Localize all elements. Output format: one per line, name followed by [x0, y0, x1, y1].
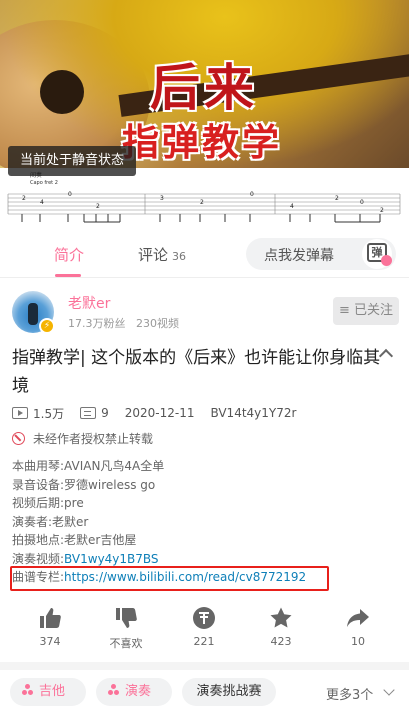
like-button[interactable]: 374 — [20, 606, 80, 648]
thumbs-up-icon — [40, 608, 61, 628]
action-bar: 374 不喜欢 221 423 10 — [0, 600, 409, 652]
svg-text:2: 2 — [335, 195, 339, 202]
danmaku-input[interactable]: 点我发弹幕 弹 — [246, 238, 396, 270]
guitar-soundhole — [40, 70, 84, 114]
coin-icon — [193, 607, 215, 629]
dislike-button[interactable]: 不喜欢 — [96, 606, 156, 651]
svg-text:0: 0 — [68, 191, 72, 198]
danmaku-count-icon — [80, 407, 97, 419]
star-icon — [270, 607, 292, 628]
video-stats: 1.5万 9 2020-12-11 BV14t4y1Y72r — [12, 404, 312, 422]
svg-text:4: 4 — [290, 203, 294, 210]
tab-intro[interactable]: 简介 — [54, 244, 84, 265]
bvid: BV14t4y1Y72r — [210, 406, 297, 420]
highlight-box — [10, 566, 329, 591]
channel-icon — [108, 684, 120, 696]
share-button[interactable]: 10 — [328, 606, 388, 648]
desc-guitar: 本曲用琴:AVIAN凡鸟4A全单 — [12, 457, 402, 476]
share-count: 10 — [351, 635, 365, 648]
tab-comments-label: 评论 — [138, 246, 169, 264]
desc-value: 罗德wireless go — [64, 477, 156, 492]
desc-label: 本曲用琴: — [12, 459, 65, 473]
desc-value: 老默er — [52, 514, 89, 529]
desc-value: AVIAN凡鸟4A全单 — [64, 459, 165, 473]
favorite-button[interactable]: 423 — [251, 606, 311, 648]
performance-video-link[interactable]: BV1wy4y1B7BS — [64, 552, 159, 566]
svg-text:4: 4 — [40, 199, 44, 206]
tag-label: 吉他 — [39, 684, 66, 699]
svg-text:0: 0 — [250, 191, 254, 198]
repost-warning: 未经作者授权禁止转载 — [12, 430, 153, 447]
svg-text:2: 2 — [380, 207, 384, 214]
follow-button[interactable]: ≡ 已关注 — [333, 297, 399, 325]
section-divider — [0, 662, 409, 670]
comment-count: 36 — [172, 250, 187, 263]
tag-bar: 吉他 演奏 演奏挑战赛 更多3个 — [0, 676, 409, 708]
video-player[interactable]: 后来 指弹教学 — [0, 0, 409, 168]
tab-capo-label: Capo fret 2 — [30, 180, 58, 186]
no-repost-icon — [12, 432, 25, 445]
desc-label: 视频后期: — [12, 496, 65, 510]
verified-badge-icon: ⚡ — [39, 318, 55, 334]
tag-performance[interactable]: 演奏 — [96, 678, 172, 706]
play-count-icon — [12, 407, 28, 419]
mute-toast: 当前处于静音状态 — [8, 146, 137, 176]
repost-warning-text: 未经作者授权禁止转载 — [33, 432, 154, 446]
svg-text:2: 2 — [200, 199, 204, 206]
view-count: 1.5万 — [33, 406, 65, 421]
dislike-label: 不喜欢 — [109, 637, 143, 650]
like-count: 374 — [39, 635, 61, 648]
danmaku-toggle-button[interactable]: 弹 — [362, 239, 392, 269]
avatar-person — [28, 303, 38, 325]
content-tabs: 简介 评论 36 点我发弹幕 弹 — [0, 232, 409, 278]
desc-label: 演奏者: — [12, 514, 53, 529]
tab-active-indicator — [55, 274, 81, 277]
svg-text:2: 2 — [22, 195, 26, 202]
thumbs-down-icon — [116, 608, 137, 628]
desc-recorder: 录音设备:罗德wireless go — [12, 476, 402, 495]
tag-label: 演奏 — [125, 684, 152, 699]
chevron-down-icon[interactable] — [383, 684, 395, 696]
publish-date: 2020-12-11 — [124, 406, 195, 420]
desc-value: 老默er吉他屋 — [64, 533, 137, 547]
tablature-strip: 240 232 042 02 Capo fret 2 间奏 — [0, 168, 409, 232]
desc-location: 拍摄地点:老默er吉他屋 — [12, 531, 402, 550]
uploader-name[interactable]: 老默er — [68, 293, 110, 313]
svg-text:0: 0 — [360, 199, 364, 206]
favorite-count: 423 — [270, 635, 292, 648]
video-title: 指弹教学| 这个版本的《后来》也许能让你身临其境 — [12, 348, 381, 396]
danmaku-on-indicator — [381, 255, 392, 266]
desc-label: 录音设备: — [12, 477, 65, 492]
danmaku-placeholder: 点我发弹幕 — [264, 248, 334, 264]
desc-performer: 演奏者:老默er — [12, 513, 402, 532]
desc-value: pre — [64, 496, 84, 510]
channel-icon — [22, 684, 34, 696]
uploader-info: ⚡ 老默er 17.3万粉丝 230视频 ≡ 已关注 — [0, 278, 409, 338]
danmaku-count: 9 — [101, 406, 109, 420]
uploader-videos: 230视频 — [136, 317, 179, 330]
more-tags-button[interactable]: 更多3个 — [326, 684, 373, 703]
tag-challenge[interactable]: 演奏挑战赛 — [182, 678, 276, 706]
share-icon — [347, 609, 369, 627]
video-overlay-subtitle: 指弹教学 — [122, 120, 282, 164]
coin-button[interactable]: 221 — [174, 606, 234, 648]
desc-postproduction: 视频后期:pre — [12, 494, 402, 513]
tag-guitar[interactable]: 吉他 — [10, 678, 86, 706]
svg-text:2: 2 — [96, 203, 100, 210]
video-overlay-title: 后来 — [150, 58, 258, 117]
uploader-meta: 17.3万粉丝 230视频 — [68, 315, 179, 331]
desc-label: 拍摄地点: — [12, 533, 65, 547]
desc-label: 演奏视频: — [12, 551, 65, 566]
coin-count: 221 — [193, 635, 215, 648]
uploader-fans: 17.3万粉丝 — [68, 317, 126, 330]
svg-text:3: 3 — [160, 195, 164, 202]
tab-comments[interactable]: 评论 36 — [138, 244, 186, 265]
